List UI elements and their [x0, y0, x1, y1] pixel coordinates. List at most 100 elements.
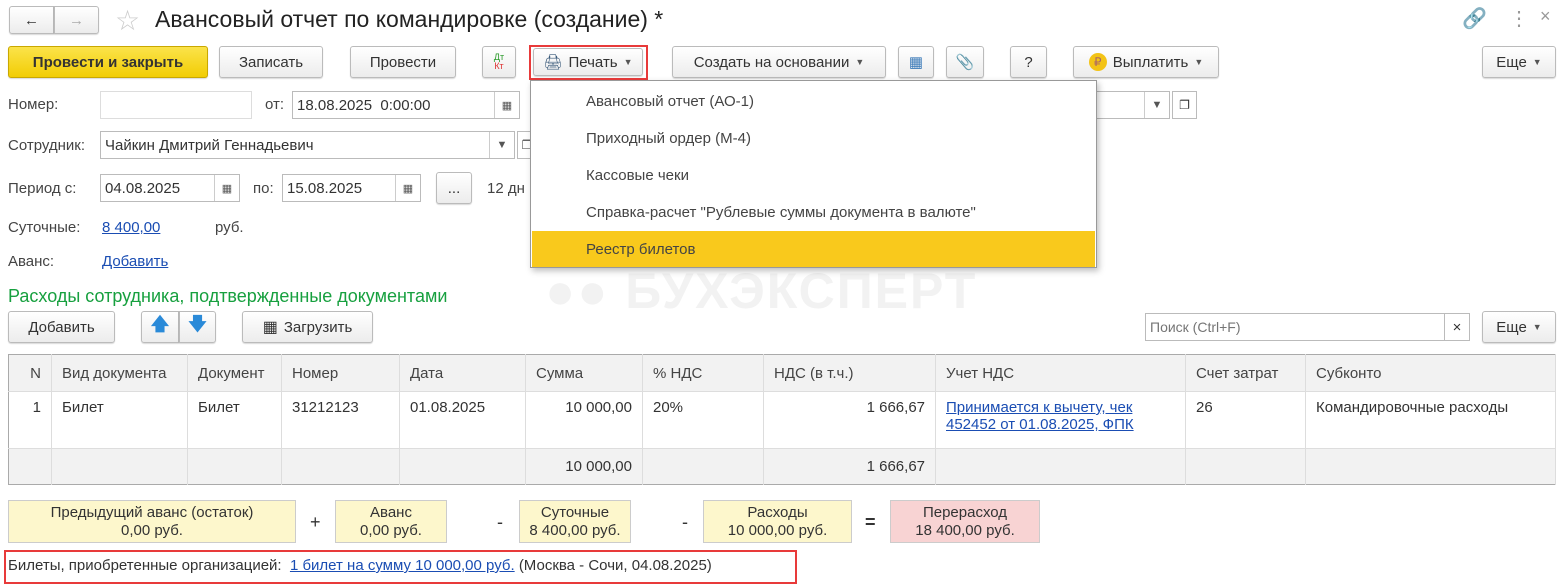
- create-based-on-button[interactable]: Создать на основании ▼: [672, 46, 886, 78]
- cell-vat-rate[interactable]: 20%: [642, 391, 764, 449]
- col-cost-account[interactable]: Счет затрат: [1185, 354, 1306, 392]
- overspend-value: 18 400,00 руб.: [915, 522, 1015, 539]
- paperclip-icon: 📎: [955, 54, 975, 71]
- col-n[interactable]: N: [8, 354, 52, 392]
- print-menu-item-m4[interactable]: Приходный ордер (М-4): [532, 120, 1095, 156]
- employee-input[interactable]: Чайкин Дмитрий Геннадьевич ▼: [100, 131, 515, 159]
- calendar-icon[interactable]: ▦: [214, 175, 239, 201]
- back-button[interactable]: ←: [9, 6, 54, 34]
- employee-label: Сотрудник:: [8, 137, 86, 154]
- attach-button[interactable]: 📎: [946, 46, 984, 78]
- footer-empty: [281, 448, 400, 485]
- footer-empty: [1185, 448, 1306, 485]
- advance-add-link[interactable]: Добавить: [102, 253, 168, 270]
- period-from-input[interactable]: 04.08.2025 ▦: [100, 174, 240, 202]
- footer-empty: [187, 448, 282, 485]
- post-button[interactable]: Провести: [350, 46, 456, 78]
- calendar-icon[interactable]: ▦: [494, 92, 519, 118]
- move-down-button[interactable]: 🡇: [179, 311, 216, 343]
- col-sum[interactable]: Сумма: [525, 354, 643, 392]
- col-date[interactable]: Дата: [399, 354, 526, 392]
- col-vat-rate[interactable]: % НДС: [642, 354, 764, 392]
- tickets-label: Билеты, приобретенные организацией:: [8, 557, 282, 574]
- calendar-icon[interactable]: ▦: [395, 175, 420, 201]
- chevron-down-icon: ▼: [855, 57, 865, 67]
- footer-empty: [642, 448, 764, 485]
- ruble-coin-icon: ₽: [1088, 53, 1107, 71]
- footer-empty: [1305, 448, 1556, 485]
- more-button[interactable]: Еще ▼: [1482, 46, 1556, 78]
- close-icon[interactable]: ×: [1540, 6, 1551, 27]
- print-menu-item-ao1[interactable]: Авансовый отчет (АО-1): [532, 83, 1095, 119]
- watermark-logo: ●● БУХЭКСПЕРТ: [545, 263, 978, 319]
- total-vat: 1 666,67: [763, 448, 936, 485]
- post-and-close-button[interactable]: Провести и закрыть: [8, 46, 208, 78]
- table-header: N Вид документа Документ Номер Дата Сумм…: [8, 354, 1556, 392]
- minus-operator: -: [682, 512, 688, 532]
- per-diem-link[interactable]: 8 400,00: [102, 219, 160, 236]
- cell-vat[interactable]: 1 666,67: [763, 391, 936, 449]
- col-number[interactable]: Номер: [281, 354, 400, 392]
- table-row[interactable]: 1 Билет Билет 31212123 01.08.2025 10 000…: [8, 391, 1556, 449]
- load-button[interactable]: ▦ Загрузить: [242, 311, 373, 343]
- col-doc-type[interactable]: Вид документа: [51, 354, 188, 392]
- plus-operator: +: [310, 512, 321, 532]
- col-vat[interactable]: НДС (в т.ч.): [763, 354, 936, 392]
- total-sum: 10 000,00: [525, 448, 643, 485]
- page-title: Авансовый отчет по командировке (создани…: [155, 6, 664, 32]
- per-diem-label: Суточные: [540, 504, 610, 521]
- period-from-value: 04.08.2025: [105, 179, 181, 197]
- chevron-down-icon[interactable]: ▼: [489, 132, 514, 158]
- cell-subconto[interactable]: Командировочные расходы: [1305, 391, 1556, 449]
- period-to-value: 15.08.2025: [287, 179, 363, 197]
- pay-button[interactable]: ₽ Выплатить ▼: [1073, 46, 1219, 78]
- days-count: 12 дн: [487, 180, 525, 197]
- cell-date[interactable]: 01.08.2025: [399, 391, 526, 449]
- search-input[interactable]: [1145, 313, 1445, 341]
- table-more-button[interactable]: Еще ▼: [1482, 311, 1556, 343]
- chevron-down-icon: ▼: [1532, 322, 1542, 332]
- print-menu: Авансовый отчет (АО-1) Приходный ордер (…: [530, 80, 1097, 268]
- organization-open-button[interactable]: ❐: [1172, 91, 1197, 119]
- save-button[interactable]: Записать: [219, 46, 323, 78]
- period-from-label: Период с:: [8, 180, 77, 197]
- structure-button[interactable]: ▦: [898, 46, 934, 78]
- link-icon[interactable]: 🔗: [1462, 6, 1487, 31]
- more-vert-icon[interactable]: ⋮: [1509, 6, 1529, 31]
- help-button[interactable]: ?: [1010, 46, 1047, 78]
- advance-box: Аванс 0,00 руб.: [335, 500, 447, 543]
- period-select-button[interactable]: ...: [436, 172, 472, 204]
- add-expense-button[interactable]: Добавить: [8, 311, 115, 343]
- vat-accounting-link[interactable]: Принимается к вычету, чек 452452 от 01.0…: [946, 399, 1134, 433]
- star-icon[interactable]: ☆: [115, 4, 140, 37]
- cell-document[interactable]: Билет: [187, 391, 282, 449]
- print-menu-item-currency-calc[interactable]: Справка-расчет "Рублевые суммы документа…: [532, 194, 1095, 230]
- col-document[interactable]: Документ: [187, 354, 282, 392]
- cell-doc-type[interactable]: Билет: [51, 391, 188, 449]
- cell-n: 1: [8, 391, 52, 449]
- date-input[interactable]: 18.08.2025 0:00:00 ▦: [292, 91, 520, 119]
- forward-button[interactable]: →: [54, 6, 99, 34]
- cell-cost-account[interactable]: 26: [1185, 391, 1306, 449]
- period-to-label: по:: [253, 180, 274, 197]
- chevron-down-icon[interactable]: ▼: [1144, 92, 1169, 118]
- advance-value: 0,00 руб.: [360, 522, 422, 539]
- cell-sum[interactable]: 10 000,00: [525, 391, 643, 449]
- move-up-button[interactable]: 🡅: [141, 311, 179, 343]
- number-label: Номер:: [8, 96, 59, 113]
- expenses-table: N Вид документа Документ Номер Дата Сумм…: [8, 354, 1556, 485]
- cell-number[interactable]: 31212123: [281, 391, 400, 449]
- date-value: 18.08.2025 0:00:00: [297, 96, 431, 114]
- dt-kt-button[interactable]: Дт Кт: [482, 46, 516, 78]
- col-subconto[interactable]: Субконто: [1305, 354, 1556, 392]
- create-based-label: Создать на основании: [693, 53, 850, 71]
- per-diem-box: Суточные 8 400,00 руб.: [519, 500, 631, 543]
- print-menu-item-receipts[interactable]: Кассовые чеки: [532, 157, 1095, 193]
- period-to-input[interactable]: 15.08.2025 ▦: [282, 174, 421, 202]
- print-menu-item-ticket-registry[interactable]: Реестр билетов: [532, 231, 1095, 267]
- number-input[interactable]: [100, 91, 252, 119]
- col-vat-accounting[interactable]: Учет НДС: [935, 354, 1186, 392]
- search-clear-button[interactable]: ×: [1444, 313, 1470, 341]
- tickets-link[interactable]: 1 билет на сумму 10 000,00 руб.: [290, 557, 515, 574]
- structure-icon: ▦: [908, 54, 924, 71]
